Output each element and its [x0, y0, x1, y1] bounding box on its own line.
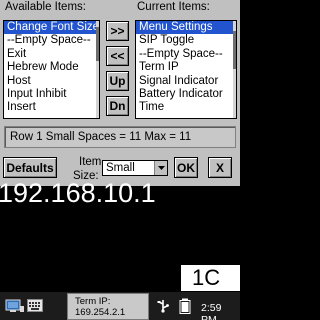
- available-list-item[interactable]: Host: [4, 75, 99, 88]
- current-list-item[interactable]: SIP Toggle: [136, 34, 236, 47]
- current-list-item[interactable]: Menu Settings: [136, 21, 236, 35]
- console-ip-text: 192.168.10.1: [0, 178, 156, 208]
- available-list-scrollbar[interactable]: [96, 21, 99, 118]
- current-list-item[interactable]: --Empty Space--: [136, 48, 236, 61]
- ok-button[interactable]: OK: [174, 157, 198, 178]
- item-size-label: Item: [79, 156, 101, 168]
- current-items-label: Current Items:: [137, 1, 210, 13]
- battery-icon: [179, 298, 191, 314]
- current-list-item[interactable]: Time: [136, 101, 236, 114]
- current-list-item[interactable]: Term IP: [136, 61, 236, 74]
- available-list-item[interactable]: Change Font Size: [4, 21, 99, 35]
- clock[interactable]: 2:59 PM: [201, 302, 240, 320]
- move-down-button[interactable]: Dn: [106, 96, 129, 116]
- current-list-scrollbar[interactable]: [233, 21, 236, 118]
- add-item-button[interactable]: >>: [106, 21, 129, 41]
- available-list-item[interactable]: Insert: [4, 101, 99, 114]
- defaults-button[interactable]: Defaults: [3, 157, 57, 178]
- available-items-list[interactable]: Change Font Size --Empty Space-- Exit Hebre…: [3, 20, 100, 119]
- available-list-item[interactable]: Exit: [4, 48, 99, 61]
- item-size-label-line1: Item: [79, 156, 102, 168]
- available-list-item[interactable]: --Empty Space--: [4, 34, 99, 47]
- current-list-item[interactable]: Battery Indicator: [136, 88, 236, 101]
- console-counter: 1C: [181, 265, 240, 291]
- keyboard-icon[interactable]: [27, 298, 43, 314]
- current-items-list[interactable]: Menu Settings SIP Toggle --Empty Space-- Te…: [135, 20, 237, 119]
- term-ip-indicator[interactable]: Term IP: 169.254.2.1: [67, 293, 149, 320]
- row-status-text: Row 1 Small Spaces = 11 Max = 11: [4, 126, 236, 148]
- term-ip-value: 169.254.2.1: [75, 307, 126, 318]
- current-list-item[interactable]: Signal Indicator: [136, 75, 236, 88]
- network-icon[interactable]: [5, 298, 25, 314]
- toolbar-settings-dialog: Available Items: Current Items: Change F…: [0, 0, 240, 186]
- chevron-down-icon[interactable]: [154, 161, 167, 175]
- available-list-item[interactable]: Input Inhibit: [4, 88, 99, 101]
- usb-icon: [157, 300, 169, 313]
- move-up-button[interactable]: Up: [106, 71, 129, 91]
- item-size-select[interactable]: Small: [102, 160, 168, 176]
- term-ip-title: Term IP:: [75, 296, 111, 307]
- close-button[interactable]: X: [208, 157, 232, 178]
- available-items-label: Available Items:: [5, 1, 86, 13]
- remove-item-button[interactable]: <<: [106, 46, 129, 66]
- available-list-item[interactable]: Hebrew Mode: [4, 61, 99, 74]
- item-size-value: Small: [106, 162, 135, 174]
